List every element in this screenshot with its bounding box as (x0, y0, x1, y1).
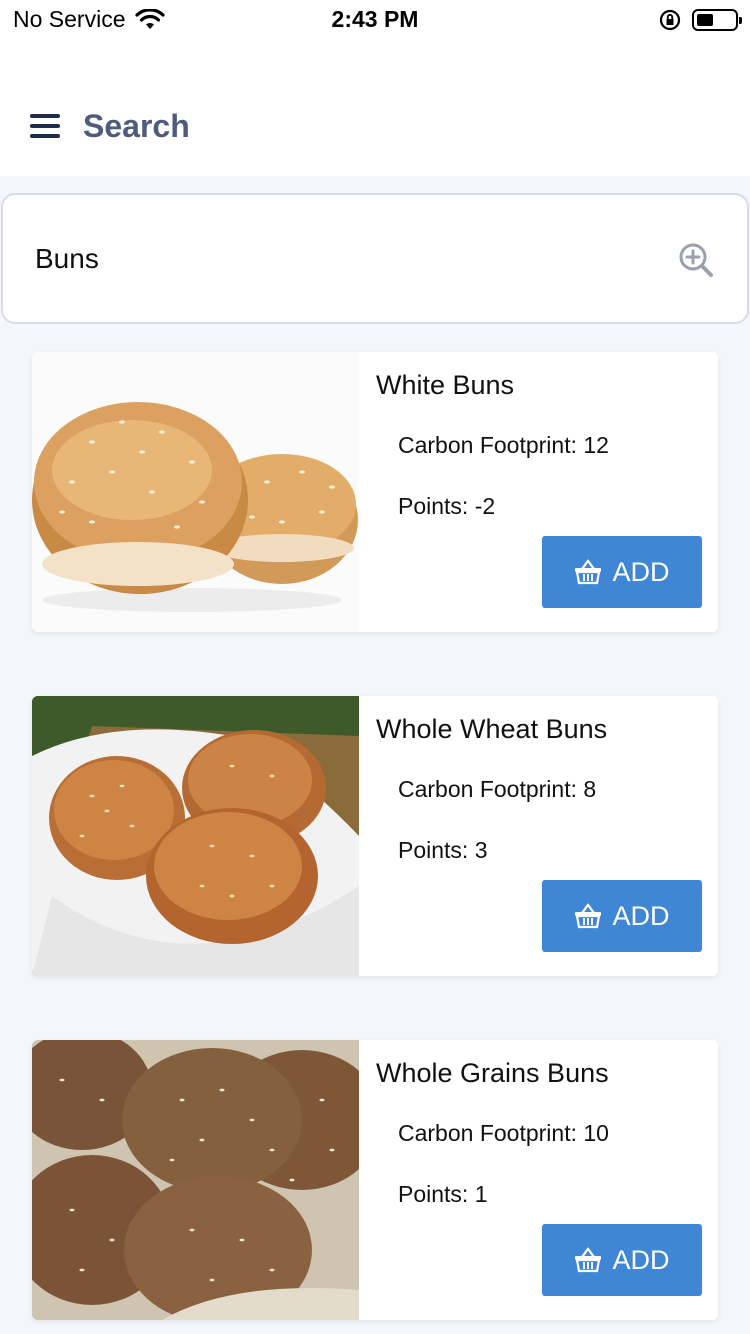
white-buns-image (32, 352, 359, 632)
orientation-lock-icon (659, 9, 681, 31)
add-button-label: ADD (612, 1244, 670, 1275)
product-card: Whole Grains Buns Carbon Footprint: 10 P… (32, 1040, 718, 1320)
carbon-footprint: Carbon Footprint: 10 (398, 1120, 609, 1146)
status-right (658, 8, 742, 32)
add-button[interactable]: ADD (542, 536, 702, 608)
hamburger-menu-icon[interactable] (30, 114, 62, 140)
product-name: Whole Grains Buns (376, 1058, 609, 1088)
carbon-footprint: Carbon Footprint: 8 (398, 776, 597, 802)
battery-icon (692, 9, 742, 31)
points: Points: -2 (398, 493, 496, 519)
wifi-icon (135, 8, 166, 29)
app-header: Search (0, 42, 750, 176)
status-bar: 2:43 PM No Service (0, 0, 750, 42)
zoom-in-icon[interactable] (677, 241, 717, 281)
search-input-value: Buns (35, 243, 99, 274)
add-button-label: ADD (612, 900, 670, 931)
product-name: White Buns (376, 370, 515, 400)
product-name: Whole Wheat Buns (376, 714, 608, 744)
search-input[interactable]: Buns (1, 193, 749, 324)
add-button[interactable]: ADD (542, 880, 702, 952)
basket-icon (575, 1247, 602, 1273)
product-card: White Buns Carbon Footprint: 12 Points: … (32, 352, 718, 632)
status-left: No Service (13, 6, 166, 33)
carrier-label: No Service (13, 6, 126, 32)
add-button-label: ADD (612, 556, 670, 587)
page-title: Search (83, 108, 190, 144)
points: Points: 1 (398, 1181, 488, 1207)
add-button[interactable]: ADD (542, 1224, 702, 1296)
carbon-footprint: Carbon Footprint: 12 (398, 432, 609, 458)
whole-wheat-buns-image (32, 696, 359, 976)
basket-icon (575, 559, 602, 585)
basket-icon (575, 903, 602, 929)
points: Points: 3 (398, 837, 488, 863)
product-card: Whole Wheat Buns Carbon Footprint: 8 Poi… (32, 696, 718, 976)
whole-grains-buns-image (32, 1040, 359, 1320)
